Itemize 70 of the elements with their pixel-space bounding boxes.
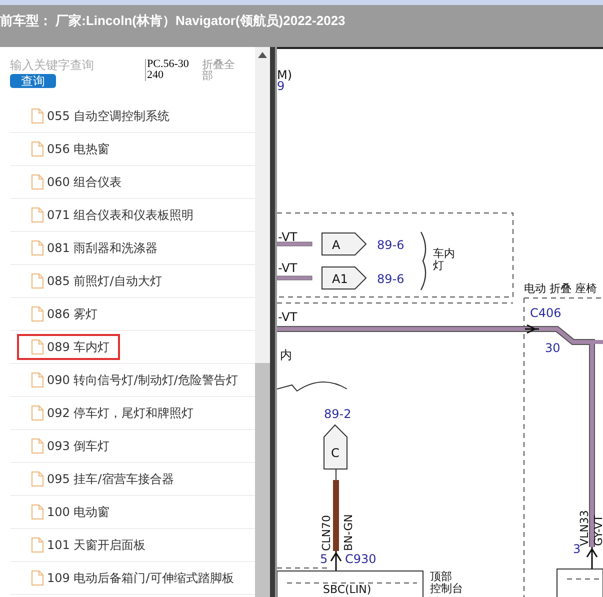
module-box	[556, 568, 603, 597]
tree-item[interactable]: 100 电动窗	[10, 499, 118, 525]
scroll-up-icon[interactable]	[258, 52, 267, 58]
wire-label: -VT	[278, 230, 298, 244]
wire-color-label: BN-GN	[342, 514, 355, 551]
seat-label: 电动 折叠 座椅	[524, 282, 597, 295]
tree-item[interactable]: 060 组合仪表	[10, 169, 130, 195]
scrollbar[interactable]	[255, 47, 270, 597]
search-button[interactable]: 查询	[10, 74, 56, 88]
document-icon	[31, 537, 44, 553]
tree-item[interactable]: 085 前照灯/自动大灯	[10, 268, 170, 294]
tree-item[interactable]: 056 电热窗	[10, 136, 118, 162]
circuit-label: VLN33	[578, 510, 591, 546]
brace-drawing	[420, 232, 426, 290]
diagram-text: M)	[277, 68, 292, 82]
circuit-label: CLN70	[320, 514, 333, 551]
document-icon	[31, 141, 44, 157]
splitter-bar[interactable]	[270, 47, 277, 597]
tree-item[interactable]: 095 挂车/宿营车接合器	[10, 466, 182, 492]
tree-item[interactable]: 090 转向信号灯/制动灯/危险警告灯	[10, 367, 246, 393]
tree-item[interactable]: 071 组合仪表和仪表板照明	[10, 202, 202, 228]
document-icon	[31, 207, 44, 223]
document-icon	[31, 273, 44, 289]
document-icon	[31, 339, 44, 355]
connector-arrow-icon	[524, 324, 540, 334]
tree-item[interactable]: 101 天窗开启面板	[10, 532, 154, 558]
module-label: 顶部 控制台	[430, 570, 463, 595]
tree-item[interactable]: 081 雨刮器和洗涤器	[10, 235, 166, 261]
reference-number: 89-2	[324, 407, 352, 421]
document-icon	[31, 372, 44, 388]
document-icon	[31, 405, 44, 421]
document-icon	[31, 174, 44, 190]
tree-item[interactable]: 089 车内灯	[17, 334, 120, 360]
document-icon	[31, 108, 44, 124]
vehicle-title: 前车型： 厂家:Lincoln(林肯）Navigator(领航员)2022-2023	[0, 13, 346, 28]
tree-item[interactable]: 093 倒车灯	[10, 433, 118, 459]
connector-label: C	[331, 446, 340, 460]
keyword-search-field[interactable]: 输入关键字查询	[10, 57, 140, 73]
document-icon	[31, 240, 44, 256]
connector-shape	[322, 266, 367, 290]
connector-arrow-icon	[586, 546, 598, 570]
connector-label: A	[332, 238, 340, 252]
document-icon	[31, 471, 44, 487]
document-icon	[31, 504, 44, 520]
document-icon	[31, 438, 44, 454]
connector-shape	[322, 232, 367, 256]
connector-label: A1	[332, 272, 348, 286]
reference-number: 89-6	[377, 272, 404, 286]
group-label: 车内 灯	[433, 247, 455, 272]
code-text: PC.56-30240	[145, 59, 193, 81]
tree-item[interactable]: 055 自动空调控制系统	[10, 103, 178, 129]
reference-number: 89-6	[377, 238, 404, 252]
break-line	[277, 382, 348, 392]
connector-arrow-icon	[330, 550, 342, 572]
diagram-text: 内	[280, 348, 292, 362]
connector-name: C406	[530, 306, 562, 320]
pin-number: 30	[545, 341, 560, 355]
pin-number: 3	[573, 542, 581, 556]
tree-item[interactable]: 109 电动后备箱门/可伸缩式踏脚板	[10, 565, 242, 591]
wire-color-label: GY-VT	[592, 515, 603, 546]
document-icon	[31, 570, 44, 586]
tree-item[interactable]: 086 雾灯	[10, 301, 106, 327]
document-icon	[31, 306, 44, 322]
wire-label: -VT	[278, 261, 298, 275]
wire-label: -VT	[278, 310, 298, 324]
reference-number: 9	[277, 79, 285, 93]
module-name: SBC(LIN)	[323, 583, 372, 596]
connector-name: C930	[345, 552, 376, 566]
pin-number: 5	[320, 552, 328, 566]
tree-item[interactable]: 092 停车灯，尾灯和牌照灯	[10, 400, 202, 426]
